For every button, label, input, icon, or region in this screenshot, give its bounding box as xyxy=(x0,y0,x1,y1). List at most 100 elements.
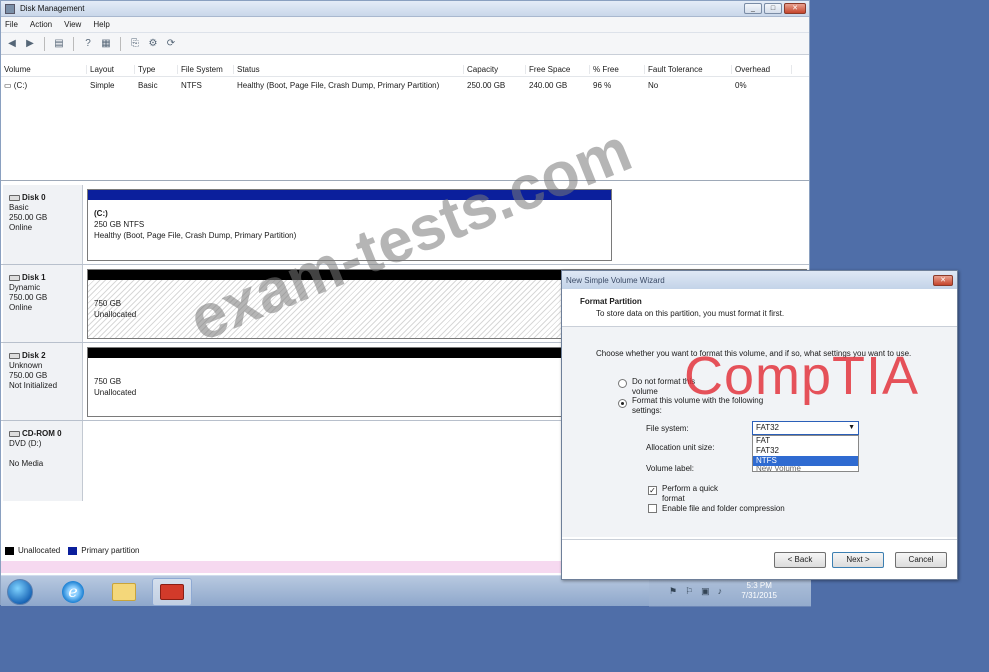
col-percent-free[interactable]: % Free xyxy=(590,65,645,74)
disk-management-icon xyxy=(5,3,15,14)
file-system-dropdown: FAT FAT32 NTFS New Volume xyxy=(752,435,859,472)
primary-partition-bar xyxy=(88,190,611,200)
volume-list-header: Volume Layout Type File System Status Ca… xyxy=(1,63,809,77)
wizard-header: Format Partition To store data on this p… xyxy=(562,289,957,327)
compression-label: Enable file and folder compression xyxy=(662,504,785,513)
settings-icon[interactable]: ⚙ xyxy=(146,37,160,51)
col-file-system[interactable]: File System xyxy=(178,65,234,74)
wizard-close-button[interactable]: ✕ xyxy=(933,274,953,286)
legend: Unallocated Primary partition xyxy=(5,546,140,555)
toolbar: ◀ ▶ ▤ ? ▦ ⎘ ⚙ ⟳ xyxy=(1,33,809,55)
compression-checkbox[interactable] xyxy=(648,504,657,513)
allocation-unit-label: Allocation unit size: xyxy=(646,443,715,452)
new-simple-volume-wizard: New Simple Volume Wizard ✕ Format Partit… xyxy=(561,270,958,580)
chevron-down-icon: ▼ xyxy=(848,424,855,431)
start-button-icon[interactable] xyxy=(7,579,33,605)
disk-row-0: Disk 0 Basic 250.00 GB Online (C:) 250 G… xyxy=(1,185,809,265)
toolbox-icon xyxy=(160,584,184,600)
console-tree-icon[interactable]: ▤ xyxy=(52,37,66,51)
status-cell: Healthy (Boot, Page File, Crash Dump, Pr… xyxy=(237,80,440,90)
toolbar-separator xyxy=(73,36,74,51)
file-system-label: File system: xyxy=(646,424,689,433)
disk-info-cdrom[interactable]: CD-ROM 0 DVD (D:) No Media xyxy=(3,421,83,501)
layout-cell: Simple xyxy=(90,80,115,90)
menu-help[interactable]: Help xyxy=(93,20,109,29)
forward-arrow-icon[interactable]: ▶ xyxy=(23,37,37,51)
clock[interactable]: 5:3 PM 7/31/2015 xyxy=(741,581,777,601)
volume-label-label: Volume label: xyxy=(646,464,695,473)
menu-bar: File Action View Help xyxy=(1,17,809,33)
cancel-button[interactable]: Cancel xyxy=(895,552,947,568)
rescan-icon[interactable]: ⎘ xyxy=(128,37,142,51)
back-arrow-icon[interactable]: ◀ xyxy=(5,37,19,51)
option-ntfs[interactable]: NTFS xyxy=(753,456,858,466)
taskbar-file-explorer[interactable] xyxy=(104,578,144,606)
col-capacity[interactable]: Capacity xyxy=(464,65,526,74)
toolbar-separator xyxy=(44,36,45,51)
partition-size: 250 GB NTFS xyxy=(94,220,145,229)
drive-icon: ▭ xyxy=(4,80,14,90)
wizard-subheading: To store data on this partition, you mus… xyxy=(596,309,785,318)
partition-c[interactable]: (C:) 250 GB NTFS Healthy (Boot, Page Fil… xyxy=(87,189,612,261)
properties-icon[interactable]: ▦ xyxy=(99,37,113,51)
disk-icon xyxy=(9,195,20,201)
radio-no-format-label: Do not format this volume xyxy=(632,377,696,396)
quick-format-label: Perform a quick format xyxy=(662,484,719,503)
overhead-cell: 0% xyxy=(735,80,747,90)
col-free-space[interactable]: Free Space xyxy=(526,65,590,74)
capacity-cell: 250.00 GB xyxy=(467,80,506,90)
primary-swatch xyxy=(68,546,78,555)
radio-no-format[interactable] xyxy=(618,379,627,388)
menu-file[interactable]: File xyxy=(5,20,18,29)
minimize-button[interactable]: _ xyxy=(744,3,762,14)
col-layout[interactable]: Layout xyxy=(87,65,135,74)
clock-date: 7/31/2015 xyxy=(741,591,777,600)
close-button[interactable]: ✕ xyxy=(784,3,806,14)
taskbar-internet-explorer[interactable]: e xyxy=(53,578,93,606)
col-type[interactable]: Type xyxy=(135,65,178,74)
legend-primary: Primary partition xyxy=(81,546,140,555)
disk-info-0[interactable]: Disk 0 Basic 250.00 GB Online xyxy=(3,185,83,264)
internet-explorer-icon: e xyxy=(62,581,84,603)
table-row[interactable]: ▭ (C:) Simple Basic NTFS Healthy (Boot, … xyxy=(1,77,809,93)
volume-icon[interactable]: ♪ xyxy=(718,586,723,597)
volume-label-value: New Volume xyxy=(756,466,801,471)
wizard-heading: Format Partition xyxy=(580,297,642,306)
col-volume[interactable]: Volume xyxy=(1,65,87,74)
back-button[interactable]: < Back xyxy=(774,552,826,568)
taskbar-computer-management[interactable] xyxy=(152,578,192,606)
refresh-icon[interactable]: ⟳ xyxy=(164,37,178,51)
option-fat32[interactable]: FAT32 xyxy=(753,446,858,456)
wizard-footer: < Back Next > Cancel xyxy=(562,539,957,579)
volume-cell: ▭ (C:) xyxy=(4,80,28,90)
maximize-button[interactable]: □ xyxy=(764,3,782,14)
network-icon[interactable]: ▣ xyxy=(701,586,710,597)
next-button[interactable]: Next > xyxy=(832,552,884,568)
disk-icon xyxy=(9,353,20,359)
option-fat[interactable]: FAT xyxy=(753,436,858,446)
quick-format-checkbox[interactable]: ✓ xyxy=(648,486,657,495)
percent-free-cell: 96 % xyxy=(593,80,612,90)
file-system-select[interactable]: FAT32 ▼ xyxy=(752,421,859,435)
menu-action[interactable]: Action xyxy=(30,20,52,29)
col-overhead[interactable]: Overhead xyxy=(732,65,792,74)
wizard-title-bar: New Simple Volume Wizard ✕ xyxy=(562,271,957,289)
radio-format-label: Format this volume with the following se… xyxy=(632,396,764,415)
col-fault-tolerance[interactable]: Fault Tolerance xyxy=(645,65,732,74)
menu-view[interactable]: View xyxy=(64,20,81,29)
free-space-cell: 240.00 GB xyxy=(529,80,568,90)
legend-unallocated: Unallocated xyxy=(18,546,61,555)
radio-format[interactable] xyxy=(618,399,627,408)
col-status[interactable]: Status xyxy=(234,65,464,74)
partition-status: Healthy (Boot, Page File, Crash Dump, Pr… xyxy=(94,231,297,240)
disk-info-1[interactable]: Disk 1 Dynamic 750.00 GB Online xyxy=(3,265,83,342)
volume-list: Volume Layout Type File System Status Ca… xyxy=(1,63,809,181)
partition-title: (C:) xyxy=(94,209,108,218)
cdrom-icon xyxy=(9,431,20,437)
action-center-icon[interactable]: ⚑ xyxy=(669,586,677,597)
flag-icon[interactable]: ⚐ xyxy=(685,586,693,597)
disk-icon xyxy=(9,275,20,281)
unallocated-swatch xyxy=(5,546,14,555)
disk-info-2[interactable]: Disk 2 Unknown 750.00 GB Not Initialized xyxy=(3,343,83,420)
help-icon[interactable]: ? xyxy=(81,37,95,51)
